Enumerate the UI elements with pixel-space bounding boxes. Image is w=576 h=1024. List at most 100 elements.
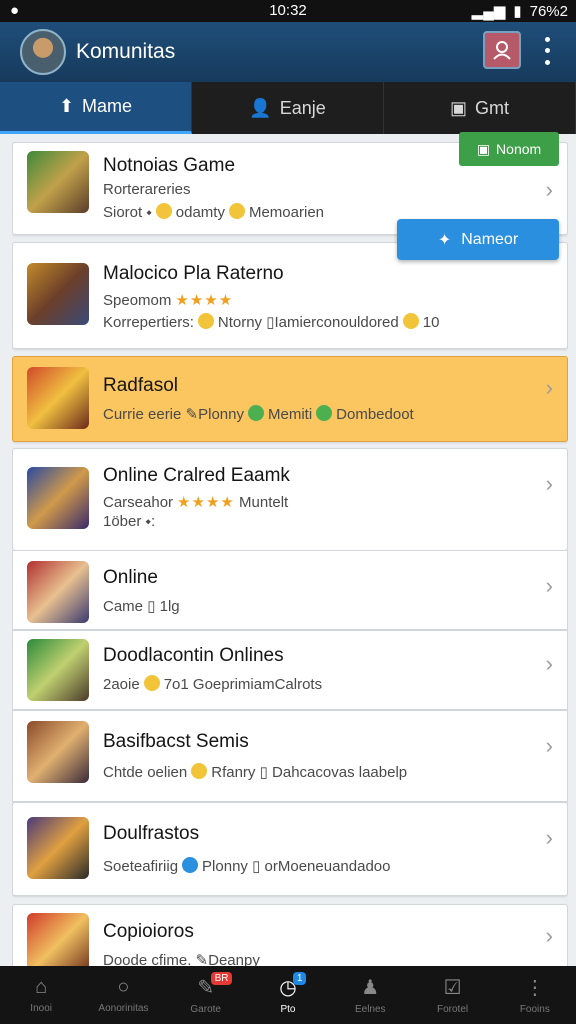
tab-chat[interactable]: ▣ Gmt <box>384 82 576 134</box>
game-thumbnail <box>27 721 89 783</box>
check-icon <box>182 857 199 873</box>
item-meta: Deanpy <box>208 952 260 966</box>
tab-home[interactable]: ⬆ Mame <box>0 82 192 134</box>
item-meta: 1öber <box>103 513 142 530</box>
item-meta: Muntelt <box>239 494 289 511</box>
tab-people[interactable]: 👤 Eanje <box>192 82 384 134</box>
item-title: Online <box>103 567 158 588</box>
game-thumbnail <box>27 913 89 966</box>
battery-text: 76%2 <box>529 2 568 20</box>
item-meta: Doode cfime. <box>103 952 192 966</box>
game-thumbnail <box>27 467 89 529</box>
item-meta: Ntorny <box>217 314 263 331</box>
item-title: Doulfrastos <box>103 823 200 844</box>
nav-activity[interactable]: 1 ◷ Pto <box>247 966 329 1024</box>
item-meta: Currie eerie <box>103 406 182 423</box>
profile-button[interactable] <box>483 31 521 69</box>
bottom-navigation: ⌂ Inooi ○ Aonorinitas BR ✎ Garote 1 ◷ Pto ♟ Eel… <box>0 966 576 1024</box>
tab-bar: ⬆ Mame 👤 Eanje ▣ Gmt <box>0 82 576 134</box>
tag-icon: ▯ <box>252 858 261 875</box>
chevron-right-icon: › <box>545 733 553 758</box>
item-meta: Iamierconouldored <box>274 314 399 331</box>
item-title: Copioioros <box>103 921 194 942</box>
game-thumbnail <box>27 817 89 879</box>
item-meta: 10 <box>422 314 440 331</box>
list-item-highlighted[interactable]: Radfasol Currie eerie ✎Plonny Memiti Dombe… <box>12 356 568 442</box>
chevron-right-icon: › <box>545 825 553 850</box>
app-title: Komunitas <box>76 40 176 63</box>
nav-create[interactable]: BR ✎ Garote <box>165 966 247 1024</box>
item-meta: 2aoie <box>103 676 140 693</box>
emoji-icon <box>248 405 264 421</box>
overflow-menu-icon[interactable] <box>540 34 554 68</box>
list-item[interactable]: Doulfrastos Soeteafiriig Plonny ▯ orMoene… <box>12 802 568 896</box>
item-meta: Dombedoot <box>336 406 414 423</box>
game-thumbnail <box>27 367 89 429</box>
list-item[interactable]: Online Came ▯ 1lg › <box>12 550 568 630</box>
chevron-right-icon: › <box>545 375 553 400</box>
emoji-icon <box>155 203 172 219</box>
emoji-icon <box>228 203 245 219</box>
pin-icon: ✦ <box>437 231 452 249</box>
item-meta: Chtde oelien <box>103 764 188 781</box>
avatar[interactable] <box>20 29 66 75</box>
check-icon: ☑ <box>443 977 462 999</box>
chevron-right-icon: › <box>545 573 553 598</box>
nav-communities[interactable]: ○ Aonorinitas <box>82 966 164 1024</box>
item-meta: Rfanry <box>211 764 256 781</box>
list-item[interactable]: Doodlacontin Onlines 2aoie 7o1 Goeprimiam… <box>12 630 568 710</box>
emoji-icon <box>197 313 214 329</box>
tag-icon: ▯ <box>259 764 268 781</box>
item-meta: 7o1 GoeprimiamCalrots <box>163 676 323 693</box>
item-meta: 1lg <box>159 598 180 615</box>
floating-action-button[interactable]: ✦ Nameor <box>397 219 559 260</box>
status-bar: ● 10:32 ▂▄▆ ▮ 76%2 <box>0 0 576 22</box>
tag-icon: ▯ <box>147 598 156 615</box>
item-meta: Korrepertiers: <box>103 314 194 331</box>
nav-home[interactable]: ⌂ Inooi <box>0 966 82 1024</box>
edit-icon: ✎ <box>185 406 199 423</box>
list-item[interactable]: Basifbacst Semis Chtde oelien Rfanry ▯ Da… <box>12 710 568 802</box>
item-meta: Memoarien <box>248 204 324 221</box>
chevron-right-icon: › <box>545 923 553 948</box>
notification-badge: BR <box>210 972 233 985</box>
item-meta: Speomom <box>103 292 172 309</box>
emoji-icon <box>316 405 333 421</box>
item-subtitle: Rorterareries <box>103 181 191 198</box>
person-icon: 👤 <box>249 97 272 118</box>
item-meta: Memiti <box>268 406 313 423</box>
item-title: Notnoias Game <box>103 155 236 176</box>
item-title: Malocico Pla Raterno <box>103 263 284 284</box>
item-meta: Plonny <box>198 406 244 423</box>
game-thumbnail <box>27 151 89 213</box>
list-item[interactable]: Online Cralred Eaamk Carseahor ★★★★ Munte… <box>12 448 568 550</box>
more-icon: ⋮ <box>524 977 545 999</box>
arrow-icon: ⬩ <box>146 204 152 221</box>
chevron-right-icon: › <box>545 177 553 202</box>
battery-icon: ▮ <box>513 3 522 20</box>
arrow-icon: ⬩ <box>145 513 151 530</box>
chevron-right-icon: › <box>545 651 553 676</box>
rating-stars-icon: ★★★★ <box>177 494 235 511</box>
item-meta: odamty <box>175 204 225 221</box>
home-icon: ⌂ <box>35 976 48 998</box>
app-bar: Komunitas <box>0 22 576 82</box>
list-item[interactable]: Copioioros Doode cfime. ✎Deanpy › <box>12 904 568 966</box>
game-thumbnail <box>27 263 89 325</box>
item-title: Online Cralred Eaamk <box>103 465 290 486</box>
nav-profile[interactable]: ♟ Eelnes <box>329 966 411 1024</box>
item-title: Radfasol <box>103 375 178 396</box>
notification-badge: 1 <box>292 972 307 985</box>
nav-more[interactable]: ⋮ Fooins <box>494 966 576 1024</box>
item-meta: Dahcacovas laabelp <box>272 764 408 781</box>
item-meta: Plonny <box>202 858 248 875</box>
item-title: Doodlacontin Onlines <box>103 645 284 666</box>
item-title: Basifbacst Semis <box>103 731 249 752</box>
wifi-icon: ▂▄▆ <box>471 3 506 20</box>
chat-icon: ▣ <box>449 97 467 118</box>
floating-tag-button[interactable]: ▣ Nonom <box>459 132 559 166</box>
emoji-icon <box>143 675 160 691</box>
item-meta: Soeteafiriig <box>103 858 179 875</box>
item-meta: Came <box>103 598 144 615</box>
nav-tasks[interactable]: ☑ Forotel <box>411 966 493 1024</box>
